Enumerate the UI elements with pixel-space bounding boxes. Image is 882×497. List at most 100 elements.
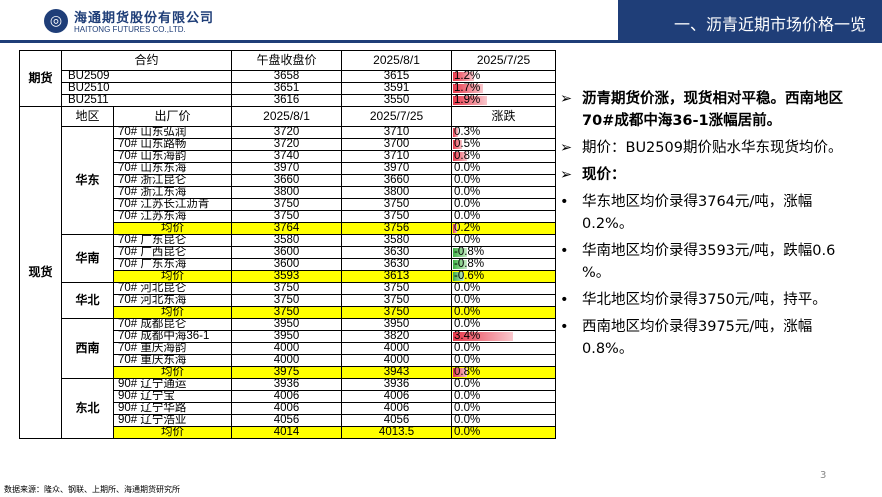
average-previous: 3756 bbox=[341, 222, 453, 235]
note-item: • 华东地区均价录得3764元/吨，涨幅0.2%。 bbox=[560, 191, 860, 235]
region-label: 东北 bbox=[61, 378, 114, 439]
price-current: 3651 bbox=[231, 82, 343, 95]
change-percent-value: 0.0% bbox=[454, 294, 481, 306]
price-current: 3970 bbox=[231, 162, 343, 175]
price-current: 3740 bbox=[231, 150, 343, 163]
change-percent-value: -0.8% bbox=[454, 246, 485, 258]
change-percent-cell: 0.0% bbox=[451, 414, 557, 427]
header-divider bbox=[0, 40, 882, 43]
price-previous: 4006 bbox=[341, 402, 453, 415]
change-percent-value: 0.0% bbox=[454, 354, 481, 366]
price-previous: 3800 bbox=[341, 186, 453, 199]
arrow-bullet-icon: ➢ bbox=[560, 140, 573, 156]
data-source-footer: 数据来源：隆众、钢联、上期所、海通期货研究所 bbox=[4, 485, 180, 494]
average-label: 均价 bbox=[112, 366, 233, 379]
price-previous: 4000 bbox=[341, 342, 453, 355]
price-previous: 3591 bbox=[341, 82, 453, 95]
price-current: 3616 bbox=[231, 94, 343, 107]
price-previous: 3615 bbox=[341, 70, 453, 83]
change-percent-value: 3.4% bbox=[454, 330, 481, 342]
plant-name: 70# 江苏东海 bbox=[112, 210, 233, 223]
change-percent-value: 1.7% bbox=[454, 82, 481, 94]
plant-name: 90# 辽宁华路 bbox=[112, 402, 233, 415]
change-percent-value: 0.0% bbox=[454, 234, 481, 246]
company-logo: ◎ 海通期货股份有限公司 HAITONG FUTURES CO.,LTD. bbox=[44, 6, 224, 38]
change-percent-value: 1.9% bbox=[454, 94, 481, 106]
change-percent-cell: 0.0% bbox=[451, 186, 557, 199]
note-item: ➢ 现价： bbox=[560, 164, 860, 186]
region-label: 西南 bbox=[61, 318, 114, 379]
change-percent-value: 0.0% bbox=[454, 402, 481, 414]
note-text: 期价：BU2509期价贴水华东现货均价。 bbox=[582, 140, 843, 156]
plant-name: 70# 浙江昆仑 bbox=[112, 174, 233, 187]
price-previous: 3750 bbox=[341, 210, 453, 223]
average-previous: 3750 bbox=[341, 306, 453, 319]
price-current: 3950 bbox=[231, 318, 343, 331]
price-current: 4006 bbox=[231, 402, 343, 415]
price-current: 3658 bbox=[231, 70, 343, 83]
change-percent-cell: 0.0% bbox=[451, 354, 557, 367]
change-percent-cell: 3.4% bbox=[451, 330, 557, 343]
price-current: 3750 bbox=[231, 294, 343, 307]
average-label: 均价 bbox=[112, 270, 233, 283]
contract-name: BU2510 bbox=[60, 82, 233, 95]
column-header: 2025/8/1 bbox=[231, 106, 343, 127]
price-previous: 3550 bbox=[341, 94, 453, 107]
price-previous: 3630 bbox=[341, 258, 453, 271]
plant-name: 70# 山东弘润 bbox=[112, 126, 233, 139]
dot-bullet-icon: • bbox=[560, 243, 569, 259]
price-current: 3750 bbox=[231, 282, 343, 295]
change-percent-value: 0.8% bbox=[454, 150, 481, 162]
futures-row: BU2509 3658 3615 1.2% bbox=[20, 70, 557, 83]
average-current: 3975 bbox=[231, 366, 343, 379]
change-percent-cell: -0.8% bbox=[451, 258, 557, 271]
plant-name: 70# 浙江东海 bbox=[112, 186, 233, 199]
average-current: 3750 bbox=[231, 306, 343, 319]
plant-name: 70# 成都昆仑 bbox=[112, 318, 233, 331]
average-current: 3764 bbox=[231, 222, 343, 235]
contract-name: BU2511 bbox=[60, 94, 233, 107]
region-label: 华东 bbox=[61, 126, 114, 235]
change-percent-value: 0.0% bbox=[454, 306, 481, 318]
price-previous: 3970 bbox=[341, 162, 453, 175]
change-percent-value: 0.0% bbox=[454, 426, 481, 438]
price-previous: 3710 bbox=[341, 150, 453, 163]
change-percent-cell: 0.0% bbox=[451, 318, 557, 331]
region-label: 华北 bbox=[61, 282, 114, 319]
arrow-bullet-icon: ➢ bbox=[560, 167, 573, 183]
price-previous: 4056 bbox=[341, 414, 453, 427]
change-percent-cell: 0.0% bbox=[451, 378, 557, 391]
plant-name: 70# 山东路畅 bbox=[112, 138, 233, 151]
logo-chinese-name: 海通期货股份有限公司 bbox=[74, 11, 215, 26]
change-percent-cell: 0.0% bbox=[451, 402, 557, 415]
price-previous: 3630 bbox=[341, 246, 453, 259]
price-previous: 3750 bbox=[341, 198, 453, 211]
column-header: 2025/8/1 bbox=[341, 50, 453, 71]
change-percent-value: 0.0% bbox=[454, 342, 481, 354]
price-previous: 3660 bbox=[341, 174, 453, 187]
average-label: 均价 bbox=[112, 426, 233, 439]
price-previous: 3936 bbox=[341, 378, 453, 391]
note-item: • 西南地区均价录得3975元/吨，涨幅0.8%。 bbox=[560, 316, 860, 360]
page-number: 3 bbox=[820, 470, 827, 481]
plant-name: 70# 江苏长江沥青 bbox=[112, 198, 233, 211]
column-header: 涨跌 bbox=[451, 106, 557, 127]
spot-section-label: 现货 bbox=[19, 106, 62, 439]
change-percent-cell: 0.0% bbox=[451, 306, 557, 319]
plant-name: 90# 辽宁浩业 bbox=[112, 414, 233, 427]
change-percent-cell: 0.0% bbox=[451, 390, 557, 403]
change-percent-cell: 0.0% bbox=[451, 294, 557, 307]
dot-bullet-icon: • bbox=[560, 194, 569, 210]
average-label: 均价 bbox=[112, 222, 233, 235]
change-percent-cell: 0.2% bbox=[451, 222, 557, 235]
futures-header-row: 期货合约午盘收盘价2025/8/12025/7/25涨跌 bbox=[19, 50, 557, 107]
spot-header-row: 现货 地区 出厂价 2025/8/1 2025/7/25 涨跌 bbox=[19, 106, 557, 439]
note-item: • 华南地区均价录得3593元/吨，跌幅0.6 %。 bbox=[560, 240, 860, 284]
note-text: 西南地区均价录得3975元/吨，涨幅0.8%。 bbox=[582, 319, 813, 357]
price-current: 3600 bbox=[231, 246, 343, 259]
title-box: 一、沥青近期市场价格一览 bbox=[618, 0, 882, 40]
contract-name: BU2509 bbox=[60, 70, 233, 83]
column-header: 2025/7/25 bbox=[451, 50, 557, 71]
dot-bullet-icon: • bbox=[560, 319, 569, 335]
price-current: 4006 bbox=[231, 390, 343, 403]
